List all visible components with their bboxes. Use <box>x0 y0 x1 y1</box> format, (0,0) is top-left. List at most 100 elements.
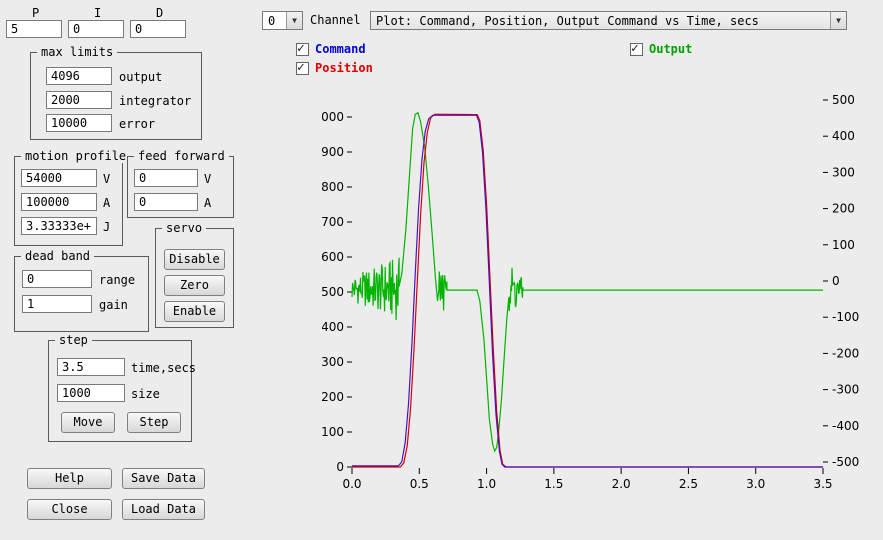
svg-text:700: 700 <box>322 215 344 229</box>
ff-velocity-input[interactable] <box>134 169 198 187</box>
step-title: step <box>55 333 92 347</box>
plot-area: 01002003004005006007008009001000-500-400… <box>322 85 878 537</box>
svg-text:-400: -400 <box>832 419 859 433</box>
d-input[interactable] <box>130 20 186 38</box>
dead-band-group: dead band range gain <box>14 256 149 332</box>
svg-text:200: 200 <box>322 390 344 404</box>
integrator-limit-input[interactable] <box>46 91 112 109</box>
svg-text:100: 100 <box>322 425 344 439</box>
enable-button[interactable]: Enable <box>164 301 225 322</box>
range-label: range <box>99 273 135 287</box>
position-checkbox[interactable]: Position <box>296 61 373 75</box>
integrator-limit-label: integrator <box>119 94 191 108</box>
chevron-down-icon[interactable]: ▼ <box>830 12 846 29</box>
svg-text:0: 0 <box>832 274 840 288</box>
chevron-down-icon[interactable]: ▼ <box>286 12 302 29</box>
servo-group: servo Disable Zero Enable <box>155 228 234 328</box>
error-limit-label: error <box>119 117 155 131</box>
svg-text:-300: -300 <box>832 383 859 397</box>
channel-select[interactable]: 0 ▼ <box>262 11 303 30</box>
svg-text:3.0: 3.0 <box>746 477 765 491</box>
svg-text:1.5: 1.5 <box>544 477 563 491</box>
svg-text:800: 800 <box>322 180 344 194</box>
series-output <box>352 113 823 451</box>
svg-text:2.5: 2.5 <box>679 477 698 491</box>
step-button[interactable]: Step <box>127 412 181 433</box>
plot-canvas: 01002003004005006007008009001000-500-400… <box>322 85 878 537</box>
svg-text:900: 900 <box>322 145 344 159</box>
plot-select[interactable]: Plot: Command, Position, Output Command … <box>370 11 847 30</box>
ff-acceleration-input[interactable] <box>134 193 198 211</box>
command-checkbox-label: Command <box>315 42 366 56</box>
svg-text:300: 300 <box>832 165 855 179</box>
help-button[interactable]: Help <box>27 468 112 489</box>
output-limit-label: output <box>119 70 162 84</box>
close-button[interactable]: Close <box>27 499 112 520</box>
svg-text:1.0: 1.0 <box>477 477 496 491</box>
svg-text:0: 0 <box>336 460 344 474</box>
i-input[interactable] <box>68 20 124 38</box>
svg-text:0.5: 0.5 <box>410 477 429 491</box>
jerk-input[interactable] <box>21 217 97 235</box>
svg-text:2.0: 2.0 <box>612 477 631 491</box>
i-label: I <box>94 6 101 20</box>
feed-forward-group: feed forward V A <box>127 156 234 218</box>
series-command <box>352 115 823 467</box>
step-time-input[interactable] <box>57 358 125 376</box>
motion-profile-title: motion profile <box>21 149 130 163</box>
svg-text:200: 200 <box>832 202 855 216</box>
p-label: P <box>32 6 39 20</box>
svg-text:500: 500 <box>832 93 855 107</box>
svg-text:0.0: 0.0 <box>342 477 361 491</box>
svg-text:3.5: 3.5 <box>813 477 832 491</box>
step-group: step time,secs size Move Step <box>48 340 192 442</box>
step-time-label: time,secs <box>131 361 196 375</box>
ff-acceleration-label: A <box>204 196 211 210</box>
acceleration-label: A <box>103 196 110 210</box>
disable-button[interactable]: Disable <box>164 249 225 270</box>
svg-text:-200: -200 <box>832 346 859 360</box>
position-checkbox-label: Position <box>315 61 373 75</box>
gain-label: gain <box>99 298 128 312</box>
d-label: D <box>156 6 163 20</box>
acceleration-input[interactable] <box>21 193 97 211</box>
svg-text:100: 100 <box>832 238 855 252</box>
servo-title: servo <box>162 221 206 235</box>
max-limits-group: max limits output integrator error <box>30 52 202 140</box>
plot-select-value: Plot: Command, Position, Output Command … <box>376 14 830 28</box>
error-limit-input[interactable] <box>46 114 112 132</box>
feed-forward-title: feed forward <box>134 149 229 163</box>
output-checkbox-label: Output <box>649 42 692 56</box>
step-size-input[interactable] <box>57 384 125 402</box>
dead-band-title: dead band <box>21 249 94 263</box>
output-limit-input[interactable] <box>46 67 112 85</box>
gain-input[interactable] <box>22 295 92 313</box>
max-limits-title: max limits <box>37 45 117 59</box>
save-data-button[interactable]: Save Data <box>122 468 205 489</box>
step-size-label: size <box>131 387 160 401</box>
svg-text:400: 400 <box>322 320 344 334</box>
checkbox-check-icon[interactable] <box>630 43 643 56</box>
svg-text:-100: -100 <box>832 310 859 324</box>
range-input[interactable] <box>22 270 92 288</box>
velocity-input[interactable] <box>21 169 97 187</box>
svg-text:1000: 1000 <box>322 110 344 124</box>
command-checkbox[interactable]: Command <box>296 42 366 56</box>
svg-text:400: 400 <box>832 129 855 143</box>
p-input[interactable] <box>6 20 62 38</box>
zero-button[interactable]: Zero <box>164 275 225 296</box>
channel-label: Channel <box>310 13 361 27</box>
velocity-label: V <box>103 172 110 186</box>
ff-velocity-label: V <box>204 172 211 186</box>
load-data-button[interactable]: Load Data <box>122 499 205 520</box>
move-button[interactable]: Move <box>61 412 115 433</box>
checkbox-check-icon[interactable] <box>296 62 309 75</box>
channel-value: 0 <box>268 14 286 28</box>
jerk-label: J <box>103 220 110 234</box>
checkbox-check-icon[interactable] <box>296 43 309 56</box>
pid-servo-tuner-window: P I D max limits output integrator error… <box>0 0 883 540</box>
svg-text:500: 500 <box>322 285 344 299</box>
output-checkbox[interactable]: Output <box>630 42 692 56</box>
svg-text:300: 300 <box>322 355 344 369</box>
motion-profile-group: motion profile V A J <box>14 156 123 246</box>
